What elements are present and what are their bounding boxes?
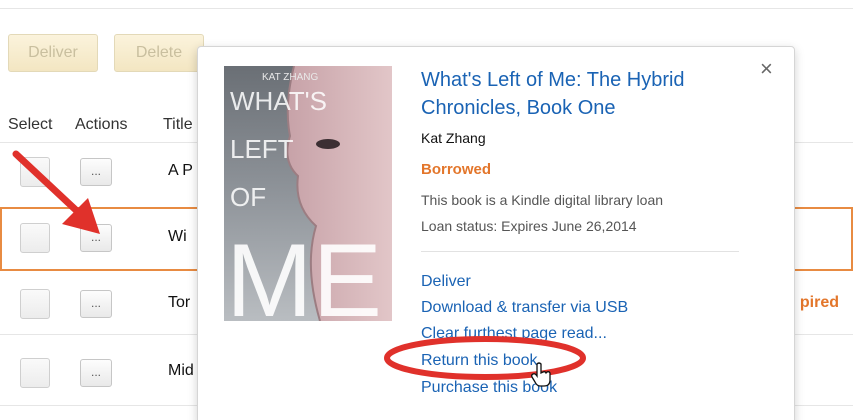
red-arrow-icon [12,150,100,234]
cover-title-line: WHAT'S [230,86,327,116]
deliver-button[interactable]: Deliver [8,34,98,72]
hand-cursor-icon [531,362,551,387]
cover-title-line: LEFT [230,134,294,164]
cover-big-text: ME [226,223,382,321]
status-label: pired [799,294,839,311]
loan-status: Loan status: Expires June 26,2014 [421,218,637,234]
book-title[interactable]: Tor [168,294,190,312]
download-transfer-usb-link[interactable]: Download & transfer via USB [421,299,628,317]
cover-author-text: KAT ZHANG [262,72,319,83]
close-icon[interactable]: × [760,58,773,80]
column-header-select: Select [8,116,53,133]
column-header-actions[interactable]: Actions [75,116,127,134]
book-cover-image[interactable]: KAT ZHANG WHAT'S LEFT OF ME [224,66,392,321]
delete-button[interactable]: Delete [114,34,204,72]
column-header-title[interactable]: Title [163,116,193,134]
top-divider [0,8,853,9]
book-title-link[interactable]: What's Left of Me: The Hybrid Chronicles… [421,66,751,122]
deliver-link[interactable]: Deliver [421,273,471,291]
actions-button[interactable]: ... [80,290,112,318]
popover-divider [421,251,739,252]
cover-title-line: OF [230,182,266,212]
select-checkbox[interactable] [20,358,50,388]
book-title[interactable]: Wi [168,228,187,246]
borrowed-status: Borrowed [421,161,492,178]
loan-description: This book is a Kindle digital library lo… [421,192,664,208]
highlight-oval [384,336,586,380]
book-title[interactable]: Mid [168,362,194,380]
book-title[interactable]: A P [168,162,193,180]
actions-button[interactable]: ... [80,359,112,387]
book-author: Kat Zhang [421,130,486,146]
select-checkbox[interactable] [20,289,50,319]
